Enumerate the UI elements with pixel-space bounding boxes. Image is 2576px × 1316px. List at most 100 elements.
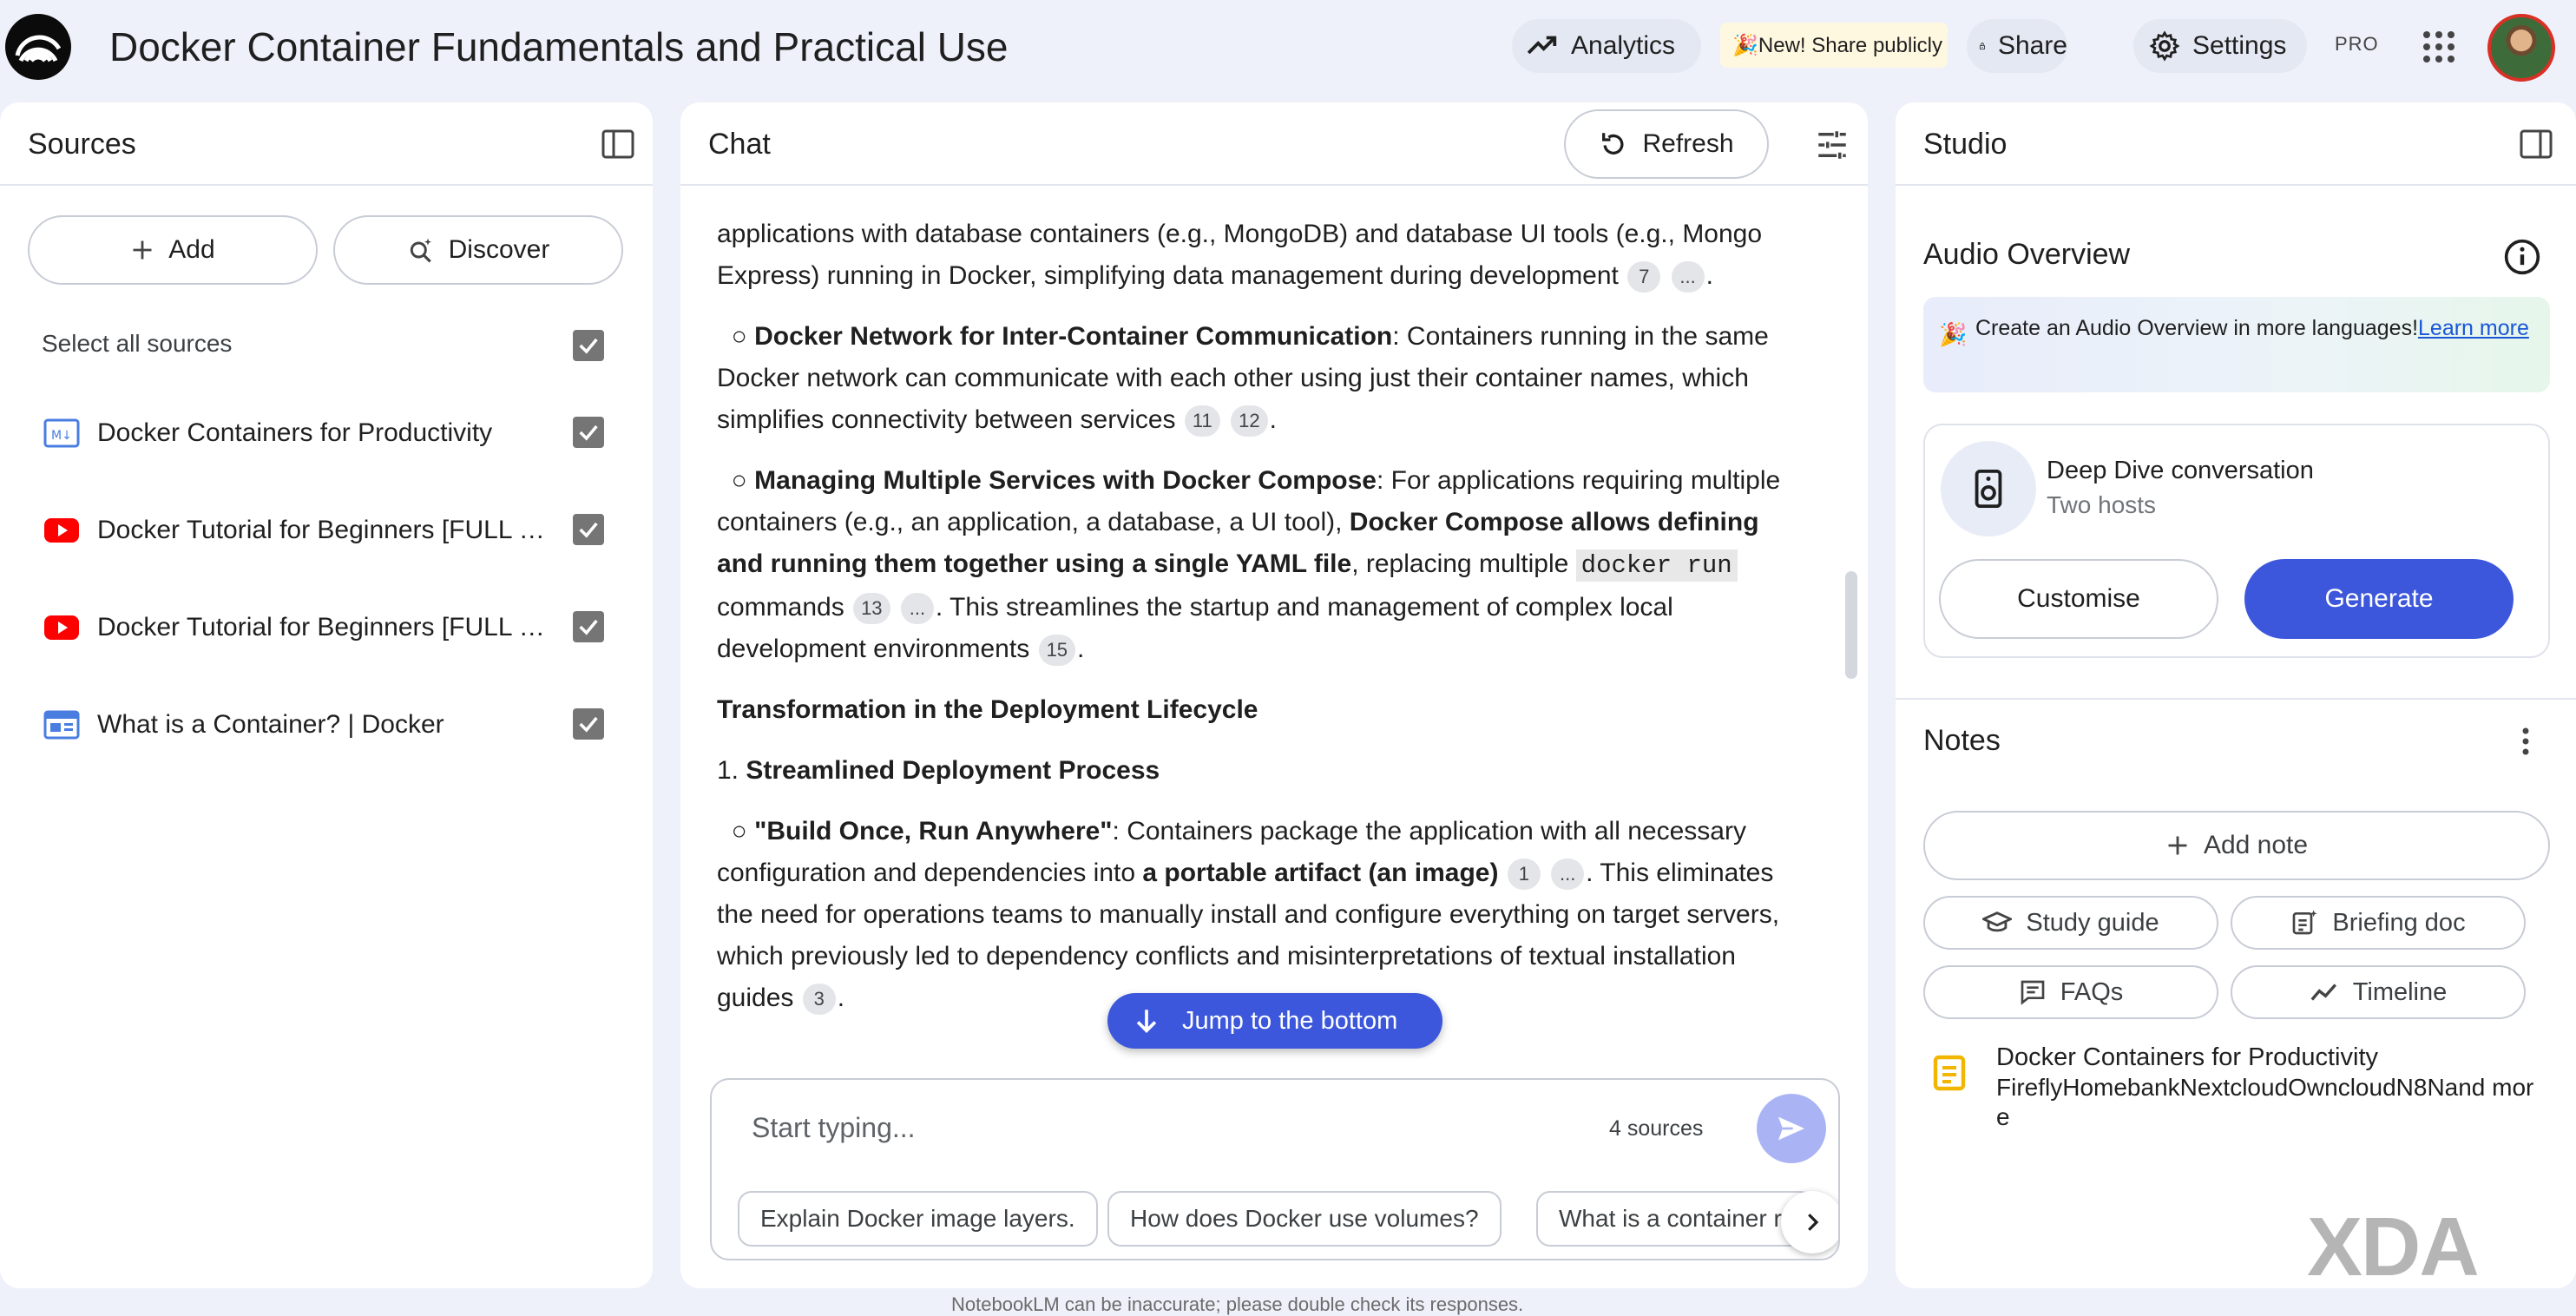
gear-icon	[2149, 30, 2180, 62]
citation-chip[interactable]: 11	[1184, 405, 1220, 438]
bold-text: "Build Once, Run Anywhere"	[754, 817, 1113, 846]
source-item[interactable]: What is a Container? | Docker	[0, 686, 653, 764]
citation-chip[interactable]: ...	[1671, 261, 1705, 293]
suggestion-chip[interactable]: How does Docker use volumes?	[1107, 1191, 1502, 1247]
send-button[interactable]	[1757, 1094, 1826, 1163]
select-all-checkbox[interactable]	[573, 330, 604, 361]
plus-icon	[133, 240, 152, 260]
suggestion-chip[interactable]: Explain Docker image layers.	[738, 1191, 1098, 1247]
chat-title: Chat	[708, 128, 771, 161]
chat-input[interactable]	[750, 1111, 1531, 1145]
bullet-marker: ○	[731, 322, 747, 351]
generate-button[interactable]: Generate	[2244, 559, 2514, 639]
citation-chip[interactable]: 7	[1627, 261, 1661, 293]
notebooklm-logo-icon[interactable]	[5, 14, 71, 80]
section-divider	[1896, 698, 2576, 700]
more-options-icon[interactable]	[2519, 724, 2533, 759]
bold-text: Docker Network for Inter-Container Commu…	[754, 322, 1393, 351]
citation-chip[interactable]: 1	[1507, 859, 1541, 891]
chat-scrollbar[interactable]	[1845, 571, 1857, 679]
share-button[interactable]: Share	[1967, 19, 2067, 73]
chat-header: Chat Refresh	[680, 102, 1868, 186]
source-checkbox[interactable]	[573, 708, 604, 740]
deep-dive-title: Deep Dive conversation	[2047, 457, 2314, 484]
saved-note[interactable]: Docker Containers for Productivity Firef…	[1923, 1042, 2550, 1146]
briefing-doc-button[interactable]: Briefing doc	[2231, 896, 2526, 950]
citation-chip[interactable]: 15	[1038, 635, 1076, 667]
arrow-down-icon	[1136, 1010, 1157, 1033]
source-item[interactable]: Docker Tutorial for Beginners [FULL COUR…	[0, 589, 653, 667]
add-source-button[interactable]: Add	[28, 215, 318, 285]
timeline-button[interactable]: Timeline	[2231, 965, 2526, 1019]
discover-search-icon	[410, 238, 431, 263]
plan-badge: PRO	[2335, 33, 2379, 55]
notebook-title[interactable]: Docker Container Fundamentals and Practi…	[109, 21, 1009, 73]
sources-header: Sources	[0, 102, 653, 186]
source-item[interactable]: Docker Tutorial for Beginners [FULL COUR…	[0, 491, 653, 569]
bold-text: Managing Multiple Services with Docker C…	[754, 466, 1377, 495]
study-guide-button[interactable]: Study guide	[1923, 896, 2218, 950]
citation-chip[interactable]: ...	[1551, 859, 1585, 891]
faqs-button[interactable]: FAQs	[1923, 965, 2218, 1019]
xda-watermark: XDA	[2307, 1201, 2480, 1293]
analytics-button[interactable]: Analytics	[1512, 19, 1701, 73]
settings-label: Settings	[2192, 31, 2287, 60]
chat-response: applications with database containers (e…	[717, 214, 1793, 1038]
paragraph-text: .	[837, 984, 845, 1012]
citation-chip[interactable]: 13	[853, 593, 890, 625]
lock-icon	[1979, 43, 1986, 50]
source-count: 4 sources	[1609, 1116, 1704, 1141]
add-note-label: Add note	[2203, 831, 2309, 859]
source-checkbox[interactable]	[573, 514, 604, 545]
learn-more-link[interactable]: Learn more	[2418, 316, 2529, 340]
citation-chip[interactable]: 12	[1231, 405, 1268, 438]
source-item[interactable]: M↓ Docker Containers for Productivity	[0, 394, 653, 472]
doc-icon: M↓	[43, 418, 80, 448]
apps-grid-icon[interactable]	[2422, 30, 2456, 64]
bullet-marker: ○	[731, 466, 747, 495]
top-bar: Docker Container Fundamentals and Practi…	[0, 0, 2576, 95]
send-icon	[1778, 1116, 1804, 1141]
plus-icon	[2168, 836, 2187, 855]
new-share-publicly-badge[interactable]: 🎉New! Share publicly	[1720, 23, 1948, 68]
source-checkbox[interactable]	[573, 417, 604, 448]
party-popper-icon: 🎉	[1939, 321, 1968, 347]
tune-settings-icon[interactable]	[1814, 127, 1850, 163]
collapse-panel-icon[interactable]	[601, 127, 635, 161]
web-icon	[43, 710, 80, 740]
timeline-icon	[2310, 984, 2336, 1001]
discover-sources-button[interactable]: Discover	[333, 215, 623, 285]
notes-title: Notes	[1923, 724, 2001, 757]
study-guide-label: Study guide	[2026, 908, 2159, 937]
suggestion-chip[interactable]: What is a container re	[1536, 1191, 1814, 1247]
source-checkbox[interactable]	[573, 611, 604, 642]
note-preview: FireflyHomebankNextcloudOwncloudN8Nand m…	[1996, 1074, 2534, 1130]
sources-title: Sources	[28, 128, 136, 161]
svg-text:M↓: M↓	[51, 429, 72, 443]
deep-dive-subtitle: Two hosts	[2047, 491, 2157, 518]
graduation-cap-icon	[1982, 911, 2013, 932]
source-label: Docker Tutorial for Beginners [FULL COUR…	[97, 516, 549, 544]
next-suggestions-button[interactable]	[1781, 1191, 1838, 1253]
user-avatar[interactable]	[2487, 14, 2555, 82]
customise-button[interactable]: Customise	[1939, 559, 2218, 639]
inline-code: docker run	[1575, 549, 1738, 582]
info-icon[interactable]	[2503, 238, 2541, 276]
bullet-marker: ○	[731, 817, 747, 846]
settings-button[interactable]: Settings	[2133, 19, 2307, 73]
chevron-right-icon	[1808, 1214, 1819, 1231]
select-all-label: Select all sources	[42, 330, 233, 357]
citation-chip[interactable]: ...	[900, 593, 934, 625]
collapse-panel-icon[interactable]	[2519, 127, 2553, 161]
faqs-label: FAQs	[2060, 977, 2124, 1006]
add-note-button[interactable]: Add note	[1923, 811, 2550, 880]
sources-panel: Sources Add Discover Select all sources …	[0, 102, 653, 1288]
check-icon	[579, 338, 598, 354]
citation-chip[interactable]: 3	[802, 984, 836, 1016]
audio-overview-title: Audio Overview	[1923, 238, 2131, 271]
refresh-button[interactable]: Refresh	[1564, 109, 1769, 179]
check-icon	[579, 424, 598, 441]
response-paragraph: ○ Docker Network for Inter-Container Com…	[717, 316, 1793, 441]
jump-to-bottom-button[interactable]: Jump to the bottom	[1107, 993, 1442, 1049]
check-icon	[579, 522, 598, 538]
